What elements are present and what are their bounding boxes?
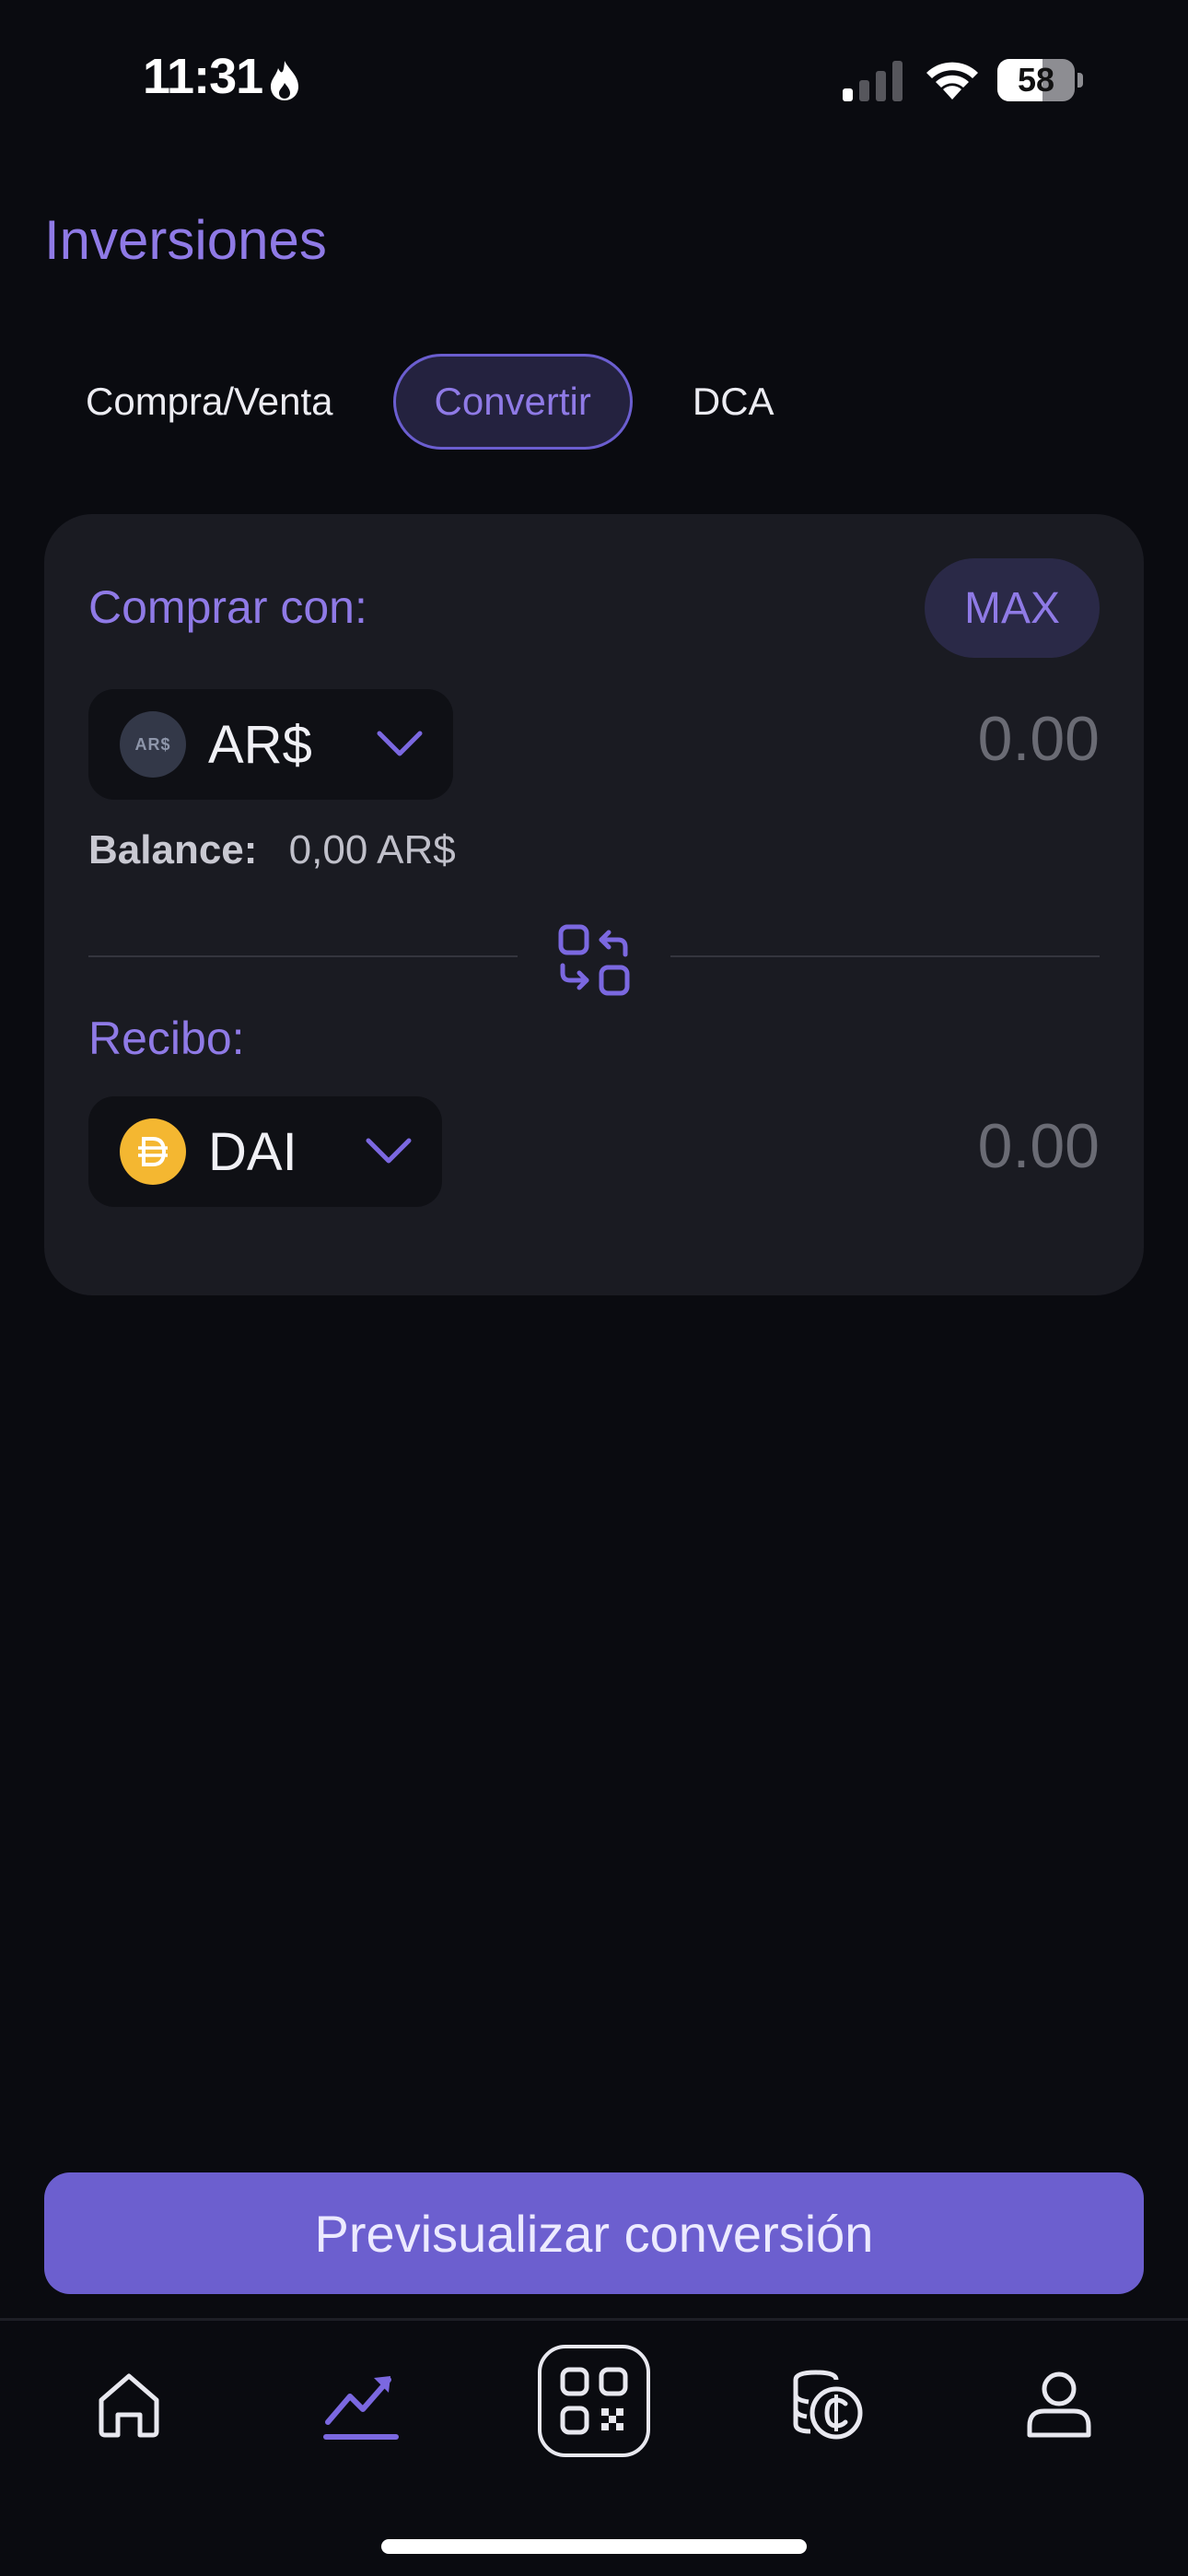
to-asset-code: DAI <box>208 1121 297 1182</box>
dai-symbol <box>138 1137 168 1166</box>
nav-profile[interactable] <box>1004 2348 1114 2459</box>
home-indicator[interactable] <box>381 2539 807 2554</box>
ars-currency-icon: AR$ <box>120 711 186 778</box>
divider-right <box>670 955 1100 957</box>
balance-row: Balance: 0,00 AR$ <box>88 827 456 873</box>
from-asset-code: AR$ <box>208 714 312 775</box>
segment-tabs: Compra/Venta Convertir DCA <box>44 354 816 450</box>
swap-icon[interactable] <box>557 923 631 997</box>
nav-coins[interactable] <box>772 2348 882 2459</box>
max-button[interactable]: MAX <box>925 558 1100 658</box>
status-bar: 11:31 58 <box>0 0 1188 157</box>
ars-logo-text: AR$ <box>134 734 171 754</box>
balance-label: Balance: <box>88 827 258 872</box>
coins-icon <box>793 2370 863 2440</box>
to-asset-select[interactable]: DAI <box>88 1096 442 1207</box>
bottom-nav <box>0 2321 1188 2505</box>
battery-level: 58 <box>1017 61 1055 99</box>
tab-compra-venta[interactable]: Compra/Venta <box>44 354 375 450</box>
battery-body: 58 <box>997 59 1075 101</box>
from-label: Comprar con: <box>88 581 367 633</box>
dai-token-icon <box>120 1118 186 1185</box>
nav-scan[interactable] <box>538 2345 650 2457</box>
nav-investments[interactable] <box>306 2348 416 2459</box>
chevron-down-icon <box>366 1138 412 1164</box>
tab-convertir[interactable]: Convertir <box>392 354 633 450</box>
user-icon <box>1027 2371 1091 2438</box>
divider-left <box>88 955 518 957</box>
tab-dca[interactable]: DCA <box>651 354 816 450</box>
to-label: Recibo: <box>88 1013 245 1064</box>
preview-conversion-button[interactable]: Previsualizar conversión <box>44 2172 1144 2294</box>
status-time: 11:31 <box>143 49 263 104</box>
nav-home[interactable] <box>74 2348 184 2459</box>
balance-value: 0,00 AR$ <box>288 827 456 872</box>
flame-icon <box>271 61 298 100</box>
cellular-signal-icon <box>843 61 903 101</box>
conversion-card: Comprar con: MAX AR$ AR$ 0.00 Balance: 0… <box>44 514 1144 1295</box>
qr-code-icon <box>560 2367 628 2435</box>
page-title: Inversiones <box>44 209 327 271</box>
to-amount-input[interactable]: 0.00 <box>978 1110 1100 1182</box>
chart-trend-icon <box>323 2376 399 2440</box>
chevron-down-icon <box>377 731 423 756</box>
from-asset-select[interactable]: AR$ AR$ <box>88 689 453 800</box>
battery-indicator: 58 <box>997 59 1084 101</box>
screen: 11:31 58 Inversiones Compra/Venta Conver… <box>0 0 1188 2576</box>
home-icon <box>99 2373 159 2438</box>
from-amount-input[interactable]: 0.00 <box>978 703 1100 775</box>
wifi-icon <box>926 62 978 100</box>
battery-cap <box>1077 73 1083 88</box>
